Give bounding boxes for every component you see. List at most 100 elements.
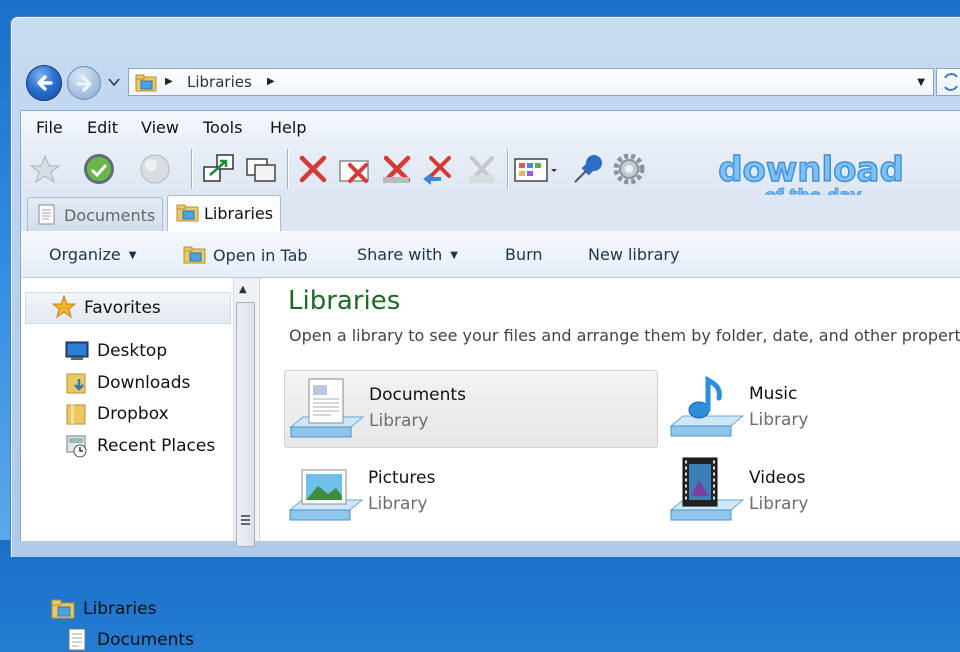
favorites-header[interactable]: Favorites [25, 292, 231, 324]
documents-library-icon [68, 628, 86, 651]
documents-library-icon [289, 378, 365, 438]
toolbar: download of the day [21, 143, 960, 206]
library-name: Music [749, 384, 798, 404]
menu-help[interactable]: Help [270, 118, 306, 137]
scroll-thumb[interactable] [236, 302, 255, 547]
copy-to-icon[interactable] [201, 151, 237, 187]
nav-label: Recent Places [97, 436, 216, 456]
downloads-folder-icon [66, 373, 86, 394]
scroll-grip-icon [241, 515, 250, 525]
library-pictures[interactable]: Pictures Library [284, 454, 658, 532]
tab-strip: Documents Libraries [21, 195, 960, 232]
libraries-folder-icon [135, 74, 157, 92]
libraries-folder-icon [51, 599, 75, 619]
breadcrumb-libraries[interactable]: Libraries [187, 73, 252, 91]
command-bar: Organize ▼ Open in Tab Share with ▼ Burn N… [21, 231, 960, 278]
share-with-label: Share with [357, 245, 443, 264]
arrow-right-icon [76, 76, 92, 92]
document-icon [38, 204, 55, 225]
recent-pages-dropdown[interactable] [108, 76, 120, 88]
new-library-button[interactable]: New library [588, 245, 679, 264]
menu-edit[interactable]: Edit [87, 118, 118, 137]
organize-button[interactable]: Organize ▼ [49, 245, 136, 264]
scroll-up-arrow-icon[interactable]: ▲ [239, 284, 247, 295]
nav-item-documents[interactable]: Documents [68, 628, 194, 651]
nav-label: Libraries [83, 599, 157, 619]
favorite-star-icon[interactable] [27, 151, 63, 187]
open-in-tab-button[interactable]: Open in Tab [183, 245, 308, 265]
nav-item-recent-places[interactable]: Recent Places [66, 435, 216, 458]
recent-places-icon [66, 435, 87, 458]
favorites-star-icon [52, 295, 76, 319]
menu-view[interactable]: View [141, 118, 179, 137]
nav-libraries-header[interactable]: Libraries [51, 599, 157, 619]
tab-label: Documents [64, 206, 156, 225]
dropbox-folder-icon [66, 404, 86, 425]
menu-tools[interactable]: Tools [203, 118, 242, 137]
share-with-button[interactable]: Share with ▼ [357, 245, 458, 264]
library-type: Library [369, 411, 429, 431]
delete-folder-icon[interactable] [337, 151, 373, 187]
open-in-tab-label: Open in Tab [213, 246, 308, 265]
settings-icon[interactable] [611, 151, 647, 187]
library-type: Library [749, 494, 809, 514]
window-icon[interactable] [243, 151, 279, 187]
organize-label: Organize [49, 245, 121, 264]
globe-icon[interactable] [137, 151, 173, 187]
nav-scrollbar[interactable]: ▲ [233, 278, 258, 547]
nav-item-dropbox[interactable]: Dropbox [66, 404, 169, 425]
refresh-icon [944, 73, 958, 91]
chevron-down-icon: ▼ [128, 250, 137, 261]
nav-label: Downloads [97, 373, 191, 393]
delete-icon[interactable] [295, 151, 331, 187]
back-button[interactable] [26, 65, 62, 101]
nav-label: Documents [97, 630, 194, 650]
refresh-button[interactable] [936, 68, 960, 96]
forward-button[interactable] [67, 66, 101, 100]
library-name: Pictures [368, 468, 436, 488]
toolbar-separator [507, 149, 508, 189]
nav-label: Dropbox [97, 404, 169, 424]
videos-library-icon [669, 457, 745, 521]
undo-delete-icon[interactable] [419, 151, 455, 187]
pictures-library-icon [288, 469, 364, 521]
navigation-pane: Favorites Desktop Downloads Dropbox Rece… [21, 278, 260, 651]
address-history-dropdown[interactable]: ▼ [917, 77, 925, 88]
favorites-label: Favorites [84, 298, 161, 318]
delete-permanent-icon[interactable] [379, 151, 415, 187]
nav-item-downloads[interactable]: Downloads [66, 373, 191, 394]
menu-file[interactable]: File [36, 118, 63, 137]
library-music[interactable]: Music Library [665, 370, 960, 448]
burn-button[interactable]: Burn [505, 245, 543, 264]
tab-libraries[interactable]: Libraries [167, 195, 281, 231]
page-title: Libraries [288, 286, 401, 316]
library-type: Library [368, 494, 428, 514]
arrow-left-icon [37, 75, 53, 91]
view-icon[interactable] [513, 151, 559, 187]
tab-documents[interactable]: Documents [27, 197, 163, 231]
page-subtitle: Open a library to see your files and arr… [289, 326, 960, 345]
libraries-folder-icon [183, 246, 206, 264]
pin-icon[interactable] [571, 151, 607, 187]
svg-text:download: download [718, 150, 904, 190]
menu-bar: File Edit View Tools Help [21, 111, 960, 143]
content-pane: Libraries Open a library to see your fil… [260, 278, 960, 541]
library-videos[interactable]: Videos Library [665, 454, 960, 532]
music-library-icon [669, 375, 745, 437]
toolbar-separator [191, 149, 192, 189]
clear-icon[interactable] [463, 151, 499, 187]
breadcrumb-separator-icon[interactable]: ▶ [165, 76, 173, 87]
tab-label: Libraries [204, 204, 274, 223]
library-type: Library [749, 410, 809, 430]
nav-item-desktop[interactable]: Desktop [65, 341, 167, 361]
chevron-down-icon: ▼ [450, 250, 458, 261]
breadcrumb-separator-icon[interactable]: ▶ [267, 76, 275, 87]
library-documents[interactable]: Documents Library [284, 370, 658, 448]
library-name: Documents [369, 385, 466, 405]
explorer-client-area: File Edit View Tools Help download Docum… [20, 110, 960, 651]
desktop-icon [65, 341, 89, 360]
library-name: Videos [749, 468, 806, 488]
address-bar[interactable]: ▶ Libraries ▶ ▼ [128, 68, 934, 96]
sync-icon[interactable] [81, 151, 117, 187]
libraries-folder-icon [176, 204, 199, 222]
